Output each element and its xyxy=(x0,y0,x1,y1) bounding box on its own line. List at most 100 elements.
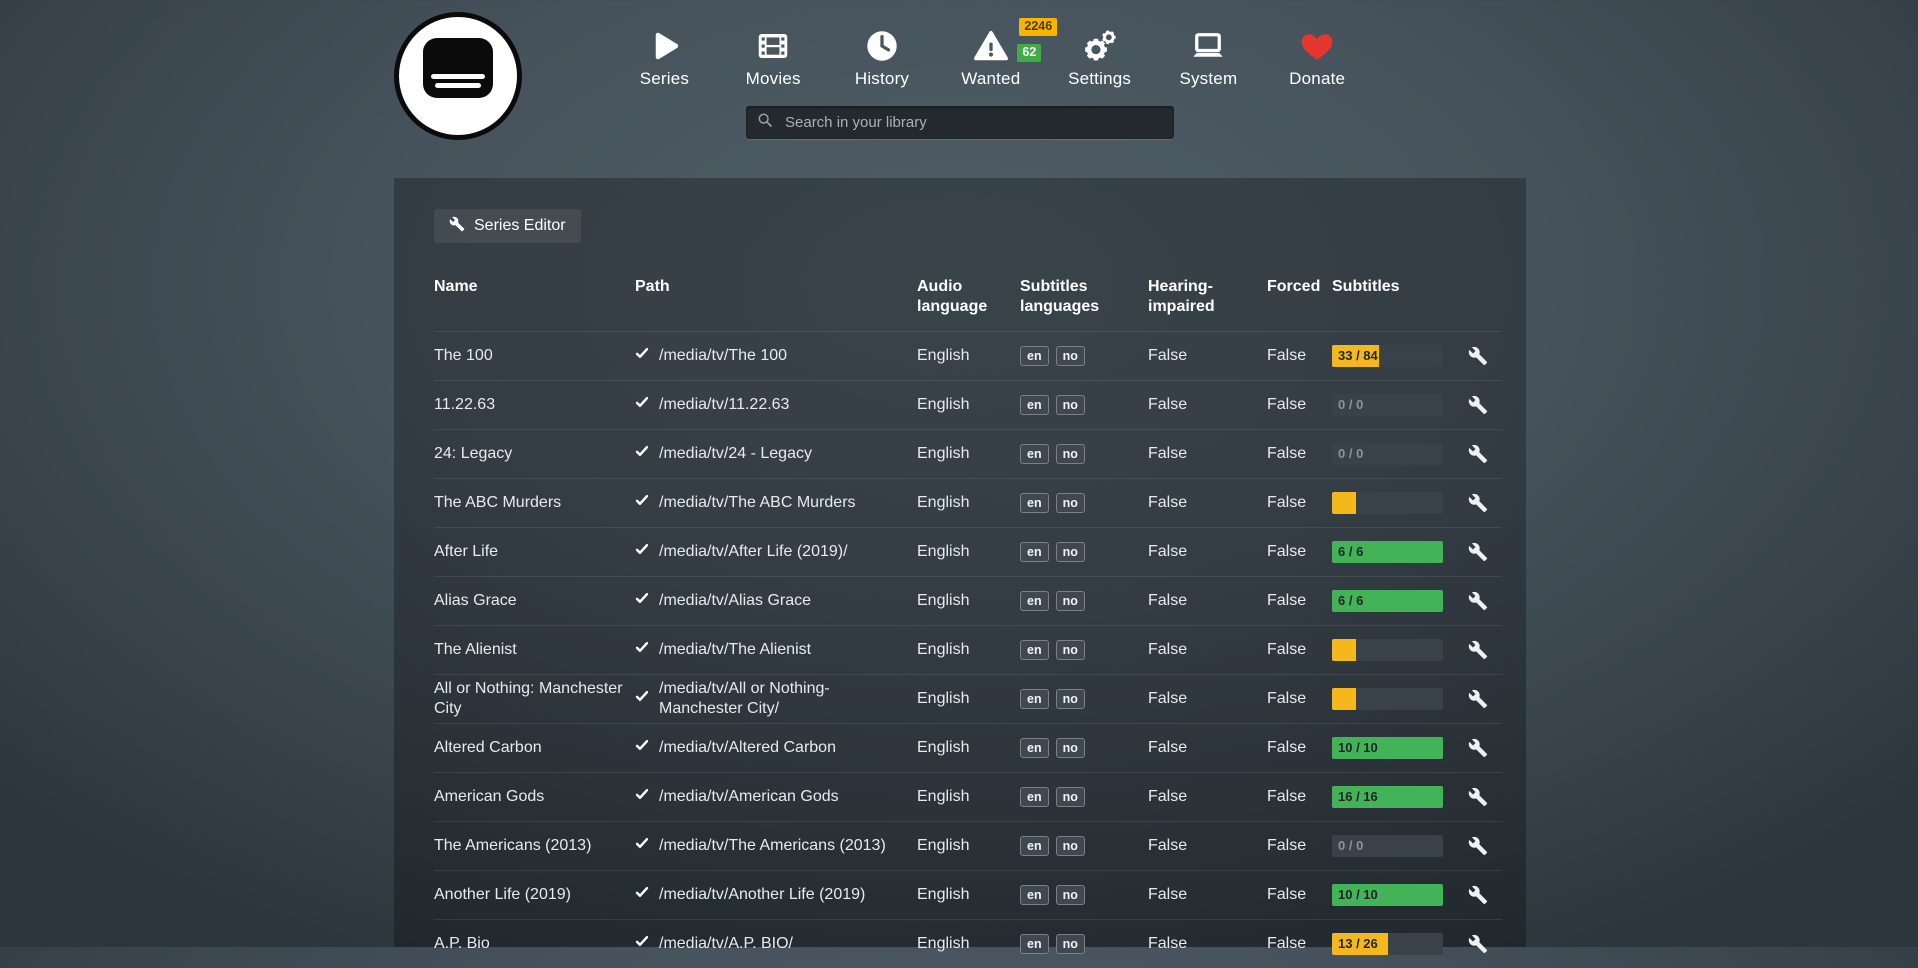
row-actions xyxy=(1464,444,1502,464)
nav-item-series[interactable]: Series xyxy=(610,26,719,89)
audio-language: English xyxy=(917,787,1020,807)
subtitles-languages: enno xyxy=(1020,640,1148,660)
series-editor-button[interactable]: Series Editor xyxy=(434,209,581,243)
series-name: The Americans (2013) xyxy=(434,836,635,856)
audio-language: English xyxy=(917,738,1020,758)
series-path-text: /media/tv/The Alienist xyxy=(659,640,811,660)
edit-series-button[interactable] xyxy=(1464,542,1488,562)
play-icon xyxy=(646,26,682,66)
forced-value: False xyxy=(1267,787,1332,807)
series-path-text: /media/tv/Altered Carbon xyxy=(659,738,836,758)
row-actions xyxy=(1464,493,1502,513)
language-badge: en xyxy=(1020,885,1049,905)
edit-series-button[interactable] xyxy=(1464,591,1488,611)
edit-series-button[interactable] xyxy=(1464,787,1488,807)
row-actions xyxy=(1464,542,1502,562)
app-logo[interactable] xyxy=(394,12,522,140)
progress-label: 0 / 0 xyxy=(1338,397,1363,413)
series-name: The Alienist xyxy=(434,640,635,660)
progress-label: 6 / 6 xyxy=(1338,593,1363,609)
language-badge: no xyxy=(1056,738,1085,758)
table-row: The ABC Murders/media/tv/The ABC Murders… xyxy=(434,478,1502,527)
col-header-name: Name xyxy=(434,277,635,297)
forced-value: False xyxy=(1267,493,1332,513)
hearing-impaired-value: False xyxy=(1148,395,1267,415)
nav-item-movies[interactable]: Movies xyxy=(719,26,828,89)
table-row: Alias Grace/media/tv/Alias GraceEnglishe… xyxy=(434,576,1502,625)
series-name: 24: Legacy xyxy=(434,444,635,464)
audio-language: English xyxy=(917,934,1020,954)
series-path: /media/tv/American Gods xyxy=(635,787,917,807)
series-name: The 100 xyxy=(434,346,635,366)
series-path: /media/tv/Altered Carbon xyxy=(635,738,917,758)
language-badge: no xyxy=(1056,395,1085,415)
edit-series-button[interactable] xyxy=(1464,493,1488,513)
nav-label: System xyxy=(1179,69,1237,89)
edit-series-button[interactable] xyxy=(1464,934,1488,954)
row-actions xyxy=(1464,836,1502,856)
audio-language: English xyxy=(917,395,1020,415)
hearing-impaired-value: False xyxy=(1148,689,1267,709)
hearing-impaired-value: False xyxy=(1148,640,1267,660)
subtitles-languages: enno xyxy=(1020,542,1148,562)
progress-label: 6 / 6 xyxy=(1338,544,1363,560)
audio-language: English xyxy=(917,444,1020,464)
nav-label: Settings xyxy=(1068,69,1131,89)
language-badge: no xyxy=(1056,787,1085,807)
laptop-icon xyxy=(1190,26,1226,66)
series-path: /media/tv/11.22.63 xyxy=(635,395,917,415)
nav-item-system[interactable]: System xyxy=(1154,26,1263,89)
edit-series-button[interactable] xyxy=(1464,346,1488,366)
wrench-icon xyxy=(449,216,465,237)
forced-value: False xyxy=(1267,542,1332,562)
row-actions xyxy=(1464,738,1502,758)
nav-label: Wanted xyxy=(961,69,1020,89)
gears-icon xyxy=(1082,26,1118,66)
row-actions xyxy=(1464,787,1502,807)
edit-series-button[interactable] xyxy=(1464,738,1488,758)
language-badge: en xyxy=(1020,346,1049,366)
edit-series-button[interactable] xyxy=(1464,444,1488,464)
subtitles-cell xyxy=(1332,688,1464,710)
series-name: The ABC Murders xyxy=(434,493,635,513)
search-icon xyxy=(756,111,783,134)
edit-series-button[interactable] xyxy=(1464,395,1488,415)
heart-icon xyxy=(1299,26,1335,66)
nav-item-wanted[interactable]: Wanted224662 xyxy=(936,26,1045,89)
nav-item-history[interactable]: History xyxy=(828,26,937,89)
audio-language: English xyxy=(917,689,1020,709)
edit-series-button[interactable] xyxy=(1464,885,1488,905)
subtitles-progress-bar: 16 / 16 xyxy=(1332,786,1443,808)
nav-item-donate[interactable]: Donate xyxy=(1263,26,1372,89)
check-icon xyxy=(635,493,649,513)
language-badge: no xyxy=(1056,542,1085,562)
subtitles-progress-bar: 6 / 6 xyxy=(1332,590,1443,612)
hearing-impaired-value: False xyxy=(1148,885,1267,905)
nav-item-settings[interactable]: Settings xyxy=(1045,26,1154,89)
col-header-path: Path xyxy=(635,277,917,297)
language-badge: no xyxy=(1056,836,1085,856)
table-row: The 100/media/tv/The 100EnglishennoFalse… xyxy=(434,331,1502,380)
series-path-text: /media/tv/American Gods xyxy=(659,787,839,807)
subtitles-progress-bar xyxy=(1332,688,1443,710)
series-path-text: /media/tv/A.P. BIO/ xyxy=(659,934,793,954)
subtitles-languages: enno xyxy=(1020,444,1148,464)
table-row: After Life/media/tv/After Life (2019)/En… xyxy=(434,527,1502,576)
subtitles-languages: enno xyxy=(1020,689,1148,709)
series-name: 11.22.63 xyxy=(434,395,635,415)
row-actions xyxy=(1464,395,1502,415)
progress-label: 10 / 10 xyxy=(1338,887,1378,903)
series-path: /media/tv/24 - Legacy xyxy=(635,444,917,464)
col-header-subtitles-languages: Subtitles languages xyxy=(1020,277,1148,317)
subtitles-cell: 0 / 0 xyxy=(1332,835,1464,857)
series-table: NamePathAudio languageSubtitles language… xyxy=(434,267,1502,968)
subtitles-progress-bar: 13 / 26 xyxy=(1332,933,1443,955)
edit-series-button[interactable] xyxy=(1464,836,1488,856)
col-header-hearing-impaired: Hearing-impaired xyxy=(1148,277,1267,317)
series-path-text: /media/tv/After Life (2019)/ xyxy=(659,542,848,562)
edit-series-button[interactable] xyxy=(1464,689,1488,709)
audio-language: English xyxy=(917,836,1020,856)
search-input[interactable] xyxy=(783,113,1164,132)
edit-series-button[interactable] xyxy=(1464,640,1488,660)
table-row: A.P. Bio/media/tv/A.P. BIO/EnglishennoFa… xyxy=(434,919,1502,968)
